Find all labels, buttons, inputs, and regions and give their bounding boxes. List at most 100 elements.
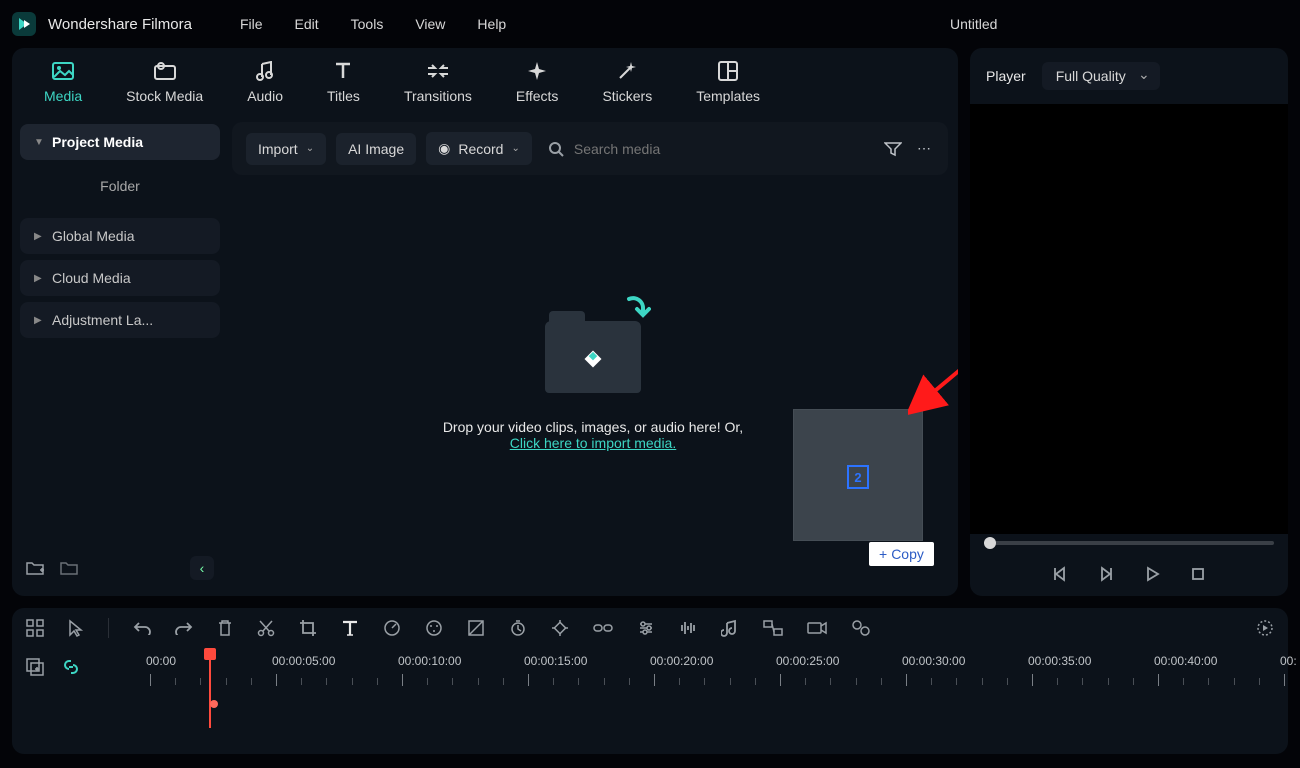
adjust-icon[interactable]: [637, 619, 655, 637]
delete-icon[interactable]: [217, 619, 233, 637]
chevron-down-icon: ⌄: [306, 143, 314, 154]
caret-right-icon: ▶: [34, 273, 44, 284]
tab-transitions[interactable]: Transitions: [388, 60, 488, 104]
sparkle-icon: [526, 60, 548, 82]
menu-edit[interactable]: Edit: [295, 16, 319, 32]
menu-file[interactable]: File: [240, 16, 263, 32]
text-tool-icon[interactable]: [341, 619, 359, 637]
ai-image-button[interactable]: AI Image: [336, 133, 416, 165]
grid-icon[interactable]: [26, 619, 44, 637]
sidebar-folder[interactable]: Folder: [20, 166, 220, 212]
timestamp: 00:00:30:00: [902, 654, 965, 668]
timestamp: 00:00:40:00: [1154, 654, 1217, 668]
menu-tools[interactable]: Tools: [351, 16, 384, 32]
folder-illustration-icon: [545, 321, 641, 393]
sidebar-global-media[interactable]: ▶Global Media: [20, 218, 220, 254]
search-box[interactable]: [548, 140, 874, 158]
scrub-bar[interactable]: [970, 534, 1288, 552]
cursor-icon[interactable]: [68, 619, 84, 637]
timestamp: 00:00:25:00: [776, 654, 839, 668]
copy-button[interactable]: +Copy: [869, 542, 934, 566]
dropzone-text: Drop your video clips, images, or audio …: [443, 419, 743, 435]
tab-stock-label: Stock Media: [126, 88, 203, 104]
filter-icon[interactable]: [884, 141, 904, 157]
keyframe-icon[interactable]: [551, 619, 569, 637]
scrub-handle[interactable]: [984, 537, 996, 549]
timestamp: 00:00:15:00: [524, 654, 587, 668]
import-link[interactable]: Click here to import media.: [510, 435, 677, 451]
document-title: Untitled: [950, 16, 997, 32]
equalizer-icon[interactable]: [679, 619, 697, 637]
cloud-image-icon: [154, 60, 176, 82]
timeline-toolbar: [12, 608, 1288, 648]
quality-select[interactable]: Full Quality: [1042, 62, 1160, 90]
audio-icon[interactable]: [721, 619, 739, 637]
more-icon[interactable]: ⋯: [914, 140, 934, 157]
app-name: Wondershare Filmora: [48, 16, 192, 33]
annotation-arrow-icon: [908, 225, 958, 425]
speed-icon[interactable]: [383, 619, 401, 637]
timeline-ruler[interactable]: 00:0000:00:05:0000:00:10:0000:00:15:0000…: [150, 648, 1288, 754]
caret-right-icon: ▶: [34, 231, 44, 242]
timestamp: 00:00:20:00: [650, 654, 713, 668]
cut-icon[interactable]: [257, 619, 275, 637]
color-icon[interactable]: [425, 619, 443, 637]
tab-titles[interactable]: Titles: [311, 60, 376, 104]
timestamp: 00:00:10:00: [398, 654, 461, 668]
timestamp: 00:00:35:00: [1028, 654, 1091, 668]
tab-effects[interactable]: Effects: [500, 60, 575, 104]
music-note-icon: [254, 60, 276, 82]
sidebar-adjustment-layer[interactable]: ▶Adjustment La...: [20, 302, 220, 338]
sidebar-project-media[interactable]: ▼Project Media: [20, 124, 220, 160]
tab-titles-label: Titles: [327, 88, 360, 104]
top-bar: Wondershare Filmora File Edit Tools View…: [0, 0, 1300, 48]
media-content: Import⌄ AI Image ◉Record⌄ ⋯: [228, 116, 958, 596]
tab-templates[interactable]: Templates: [680, 60, 776, 104]
link-icon[interactable]: [62, 658, 80, 676]
search-input[interactable]: [572, 140, 874, 158]
prev-frame-button[interactable]: [1052, 566, 1068, 582]
wand-icon: [616, 60, 638, 82]
camera-icon[interactable]: [807, 621, 827, 635]
stop-button[interactable]: [1190, 566, 1206, 582]
mask-icon[interactable]: [467, 619, 485, 637]
tab-audio[interactable]: Audio: [231, 60, 299, 104]
play-button[interactable]: [1144, 566, 1160, 582]
add-track-icon[interactable]: [26, 658, 44, 676]
tab-transitions-label: Transitions: [404, 88, 472, 104]
tab-media[interactable]: Media: [28, 60, 98, 104]
merge-icon[interactable]: [763, 620, 783, 636]
player-panel: Player Full Quality: [970, 48, 1288, 596]
redo-icon[interactable]: [175, 621, 193, 635]
player-label: Player: [986, 68, 1026, 84]
collapse-sidebar-icon[interactable]: ‹: [190, 556, 214, 580]
new-folder-icon[interactable]: [26, 560, 44, 576]
menu-view[interactable]: View: [415, 16, 445, 32]
menu-help[interactable]: Help: [477, 16, 506, 32]
crop-icon[interactable]: [299, 619, 317, 637]
group-icon[interactable]: [851, 619, 871, 637]
image-icon: [52, 60, 74, 82]
import-button[interactable]: Import⌄: [246, 133, 326, 165]
record-icon: ◉: [438, 140, 450, 157]
sidebar-cloud-media[interactable]: ▶Cloud Media: [20, 260, 220, 296]
record-button[interactable]: ◉Record⌄: [426, 132, 532, 165]
undo-icon[interactable]: [133, 621, 151, 635]
search-icon: [548, 141, 564, 157]
media-toolbar: Import⌄ AI Image ◉Record⌄ ⋯: [232, 122, 948, 175]
tab-stickers-label: Stickers: [602, 88, 652, 104]
tab-stock-media[interactable]: Stock Media: [110, 60, 219, 104]
chain-icon[interactable]: [593, 622, 613, 634]
timestamp: 00:00:05:00: [272, 654, 335, 668]
timer-icon[interactable]: [509, 619, 527, 637]
tab-stickers[interactable]: Stickers: [586, 60, 668, 104]
folder-icon[interactable]: [60, 560, 78, 576]
next-frame-button[interactable]: [1098, 566, 1114, 582]
render-icon[interactable]: [1256, 619, 1274, 637]
media-dropzone[interactable]: Drop your video clips, images, or audio …: [228, 175, 958, 596]
preview-viewport[interactable]: [970, 104, 1288, 534]
caret-down-icon: ▼: [34, 137, 44, 148]
tab-effects-label: Effects: [516, 88, 559, 104]
transitions-icon: [427, 60, 449, 82]
media-panel: Media Stock Media Audio Titles Transitio…: [12, 48, 958, 596]
